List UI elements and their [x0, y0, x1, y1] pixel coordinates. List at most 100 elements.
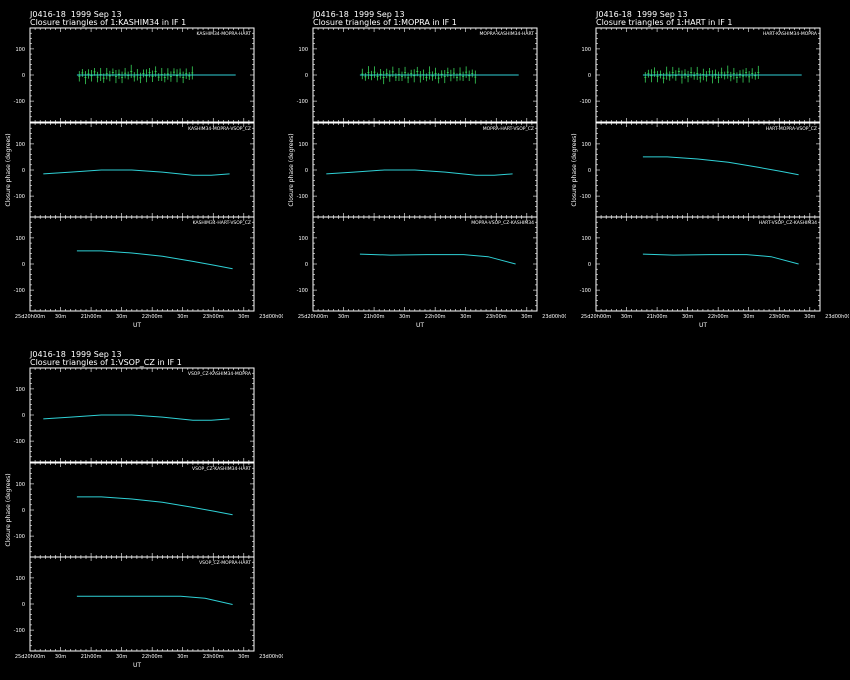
y-tick-label: 100	[581, 47, 591, 53]
x-tick-label: 30m	[804, 314, 815, 320]
x-tick-label: 30m	[55, 654, 66, 660]
model-line	[76, 496, 233, 516]
figure-svg: 100 0 -100 KASHIM34-MOPRA-HART 100 0 -100 KASHI…	[5, 27, 283, 329]
panel-frame	[29, 367, 255, 463]
figure-svg: 100 0 -100 HART-KASHIM34-MOPRA 100 0 -100 HART-…	[571, 27, 849, 329]
x-tick-label: 30m	[238, 314, 249, 320]
panel-1: 100 0 -100 HART-MOPRA-VSOP_CZ	[580, 122, 821, 218]
x-tick-label: 23d00h00m	[259, 654, 283, 660]
y-tick-label: 100	[298, 236, 308, 242]
x-tick-label: 22h00m	[708, 314, 729, 320]
panel-frame	[595, 122, 821, 218]
panel-label: VSOP_CZ-KASHIM34-MOPRA	[188, 371, 252, 377]
y-tick-label: -100	[14, 534, 25, 540]
panel-frame	[29, 216, 255, 312]
x-axis-label: UT	[133, 662, 141, 669]
y-axis-label: Closure phase (degrees)	[5, 133, 12, 206]
y-tick-label: 100	[15, 47, 25, 53]
y-tick-label: 100	[15, 387, 25, 393]
x-tick-label: 22h00m	[425, 314, 446, 320]
x-axis-label: UT	[133, 322, 141, 329]
y-tick-label: 0	[22, 413, 25, 419]
x-tick-label: 21h00m	[364, 314, 385, 320]
y-tick-label: 0	[305, 73, 308, 79]
panel-frame	[595, 216, 821, 312]
panel-frame	[312, 216, 538, 312]
closure-figure-1: J0416-18 1999 Sep 13 Closure triangles of…	[283, 0, 566, 340]
x-tick-label: 30m	[116, 314, 127, 320]
panel-2: 100 0 -100 VSOP_CZ-MOPRA-HART	[14, 556, 255, 652]
panel-2: 100 0 -100 MOPRA-VSOP_CZ-KASHIM34	[297, 216, 538, 312]
panel-0: 100 0 -100 HART-KASHIM34-MOPRA	[580, 27, 821, 123]
x-tick-label: 30m	[460, 314, 471, 320]
panel-label: MOPRA-KASHIM34-HART	[480, 31, 535, 37]
panel-0: 100 0 -100 VSOP_CZ-KASHIM34-MOPRA	[14, 367, 255, 463]
model-line	[76, 250, 233, 270]
y-tick-label: -100	[14, 288, 25, 294]
y-tick-label: -100	[580, 99, 591, 105]
panel-label: KASHIM34-MOPRA-HART	[197, 31, 252, 37]
x-tick-label: 30m	[521, 314, 532, 320]
x-tick-label: 30m	[177, 654, 188, 660]
x-tick-label: 23h00m	[486, 314, 507, 320]
y-tick-label: 0	[22, 602, 25, 608]
panel-label: KASHIM34-HART-VSOP_CZ	[193, 220, 251, 226]
x-tick-label: 30m	[116, 654, 127, 660]
closure-figure-0: J0416-18 1999 Sep 13 Closure triangles of…	[0, 0, 283, 340]
model-line	[43, 169, 230, 176]
closure-figure-3: J0416-18 1999 Sep 13 Closure triangles of…	[0, 340, 283, 680]
model-line	[43, 414, 230, 421]
panel-label: HART-MOPRA-VSOP_CZ	[766, 126, 817, 132]
y-tick-label: -100	[14, 628, 25, 634]
y-tick-label: 100	[15, 142, 25, 148]
y-tick-label: 0	[22, 168, 25, 174]
x-tick-label: 21h00m	[647, 314, 668, 320]
x-tick-label: 22h00m	[142, 654, 163, 660]
x-axis-label: UT	[416, 322, 424, 329]
x-tick-label: 30m	[399, 314, 410, 320]
y-tick-label: -100	[580, 194, 591, 200]
panel-2: 100 0 -100 HART-VSOP_CZ-KASHIM34	[580, 216, 821, 312]
x-tick-label: 25d20h00m	[15, 654, 45, 660]
plot-stage: J0416-18 1999 Sep 13 Closure triangles of…	[0, 0, 850, 680]
panel-label: KASHIM34-MOPRA-VSOP_CZ	[188, 126, 251, 132]
panel-2: 100 0 -100 KASHIM34-HART-VSOP_CZ	[14, 216, 255, 312]
panel-label: MOPRA-VSOP_CZ-KASHIM34	[471, 220, 534, 226]
panel-frame	[29, 122, 255, 218]
y-axis-label: Closure phase (degrees)	[571, 133, 578, 206]
y-tick-label: 0	[588, 262, 591, 268]
x-tick-label: 23d00h00m	[825, 314, 849, 320]
y-tick-label: -100	[297, 288, 308, 294]
x-axis-label: UT	[699, 322, 707, 329]
x-tick-label: 21h00m	[81, 314, 102, 320]
x-tick-label: 23d00h00m	[542, 314, 566, 320]
y-tick-label: 100	[298, 47, 308, 53]
figure-svg: 100 0 -100 MOPRA-KASHIM34-HART 100 0 -100 MOPRA…	[288, 27, 566, 329]
x-tick-label: 30m	[338, 314, 349, 320]
panel-1: 100 0 -100 KASHIM34-MOPRA-VSOP_CZ	[14, 122, 255, 218]
x-tick-label: 30m	[177, 314, 188, 320]
y-tick-label: 0	[588, 168, 591, 174]
x-tick-label: 22h00m	[142, 314, 163, 320]
x-tick-label: 23h00m	[203, 654, 224, 660]
x-tick-label: 25d20h00m	[15, 314, 45, 320]
y-axis-label: Closure phase (degrees)	[288, 133, 295, 206]
x-tick-label: 30m	[55, 314, 66, 320]
panel-frame	[29, 462, 255, 558]
y-tick-label: 100	[581, 142, 591, 148]
panel-label: HART-VSOP_CZ-KASHIM34	[759, 220, 817, 226]
model-line	[642, 253, 799, 265]
y-tick-label: 100	[581, 236, 591, 242]
panel-label: HART-KASHIM34-MOPRA	[763, 31, 818, 37]
panel-label: MOPRA-HART-VSOP_CZ	[483, 126, 534, 132]
model-line	[326, 169, 513, 176]
panel-1: 100 0 -100 VSOP_CZ-KASHIM34-HART	[14, 462, 255, 558]
y-axis-label: Closure phase (degrees)	[5, 473, 12, 546]
model-line	[359, 253, 516, 265]
x-tick-label: 23h00m	[203, 314, 224, 320]
model-line	[76, 595, 233, 605]
panel-frame	[312, 122, 538, 218]
y-tick-label: 0	[22, 508, 25, 514]
panel-0: 100 0 -100 MOPRA-KASHIM34-HART	[297, 27, 538, 123]
figure-svg: 100 0 -100 VSOP_CZ-KASHIM34-MOPRA 100 0 -100 VS…	[5, 367, 283, 669]
